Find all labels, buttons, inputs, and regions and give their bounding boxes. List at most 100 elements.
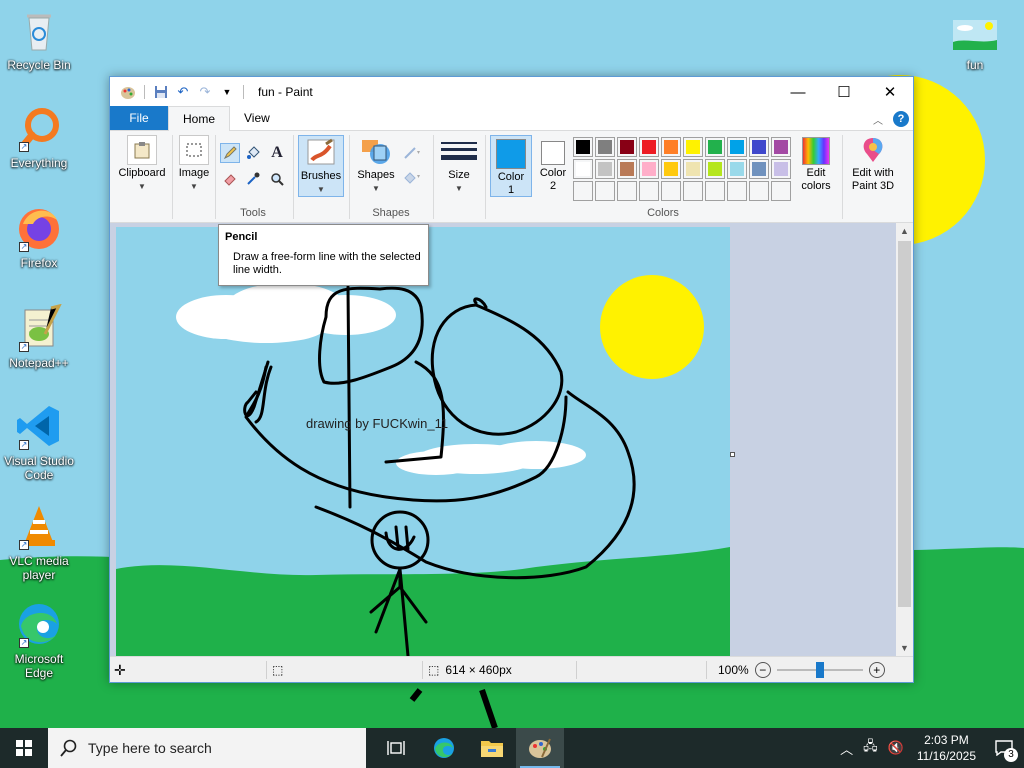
- image-button[interactable]: Image ▼: [174, 135, 214, 193]
- help-icon[interactable]: ?: [893, 111, 909, 127]
- palette-color-swatch[interactable]: [639, 137, 659, 157]
- palette-color-swatch[interactable]: [771, 159, 791, 179]
- palette-color-swatch[interactable]: [727, 137, 747, 157]
- palette-custom-slot[interactable]: [727, 181, 747, 201]
- palette-color-swatch[interactable]: [683, 137, 703, 157]
- palette-color-swatch[interactable]: [661, 137, 681, 157]
- color1-button[interactable]: Color 1: [490, 135, 532, 197]
- close-icon[interactable]: ✕: [867, 77, 913, 107]
- color-picker-icon[interactable]: [243, 169, 263, 189]
- maximize-icon[interactable]: ☐: [821, 77, 867, 107]
- clock[interactable]: 2:03 PM 11/16/2025: [909, 732, 984, 764]
- redo-icon[interactable]: ↷: [195, 82, 215, 102]
- task-view-button[interactable]: [372, 728, 420, 768]
- action-center-button[interactable]: 3: [984, 728, 1024, 768]
- fill-shape-icon[interactable]: [400, 167, 424, 187]
- taskbar-file-explorer[interactable]: [468, 728, 516, 768]
- brushes-button[interactable]: Brushes ▼: [298, 135, 344, 197]
- paint-app-icon: [118, 82, 138, 102]
- desktop-icon-firefox[interactable]: ↗ Firefox: [0, 204, 78, 270]
- fill-icon[interactable]: [243, 143, 263, 163]
- palette-color-swatch[interactable]: [573, 159, 593, 179]
- minimize-icon[interactable]: —: [775, 77, 821, 107]
- palette-color-swatch[interactable]: [727, 159, 747, 179]
- size-label: Size: [448, 169, 470, 181]
- desktop-icon-edge[interactable]: ↗ Microsoft Edge: [0, 600, 78, 680]
- zoom-slider[interactable]: [776, 662, 863, 678]
- taskbar-paint[interactable]: [516, 728, 564, 768]
- zoom-out-icon[interactable]: −: [754, 662, 771, 678]
- tab-view[interactable]: View: [230, 106, 284, 130]
- palette-color-swatch[interactable]: [595, 159, 615, 179]
- tab-home[interactable]: Home: [168, 106, 231, 131]
- eraser-icon[interactable]: [220, 169, 240, 189]
- palette-color-swatch[interactable]: [749, 159, 769, 179]
- zoom-in-icon[interactable]: +: [868, 662, 885, 678]
- scroll-down-icon[interactable]: ▼: [896, 640, 913, 656]
- colors-group-label: Colors: [647, 207, 679, 219]
- palette-color-fill: [730, 162, 744, 176]
- desktop-icon-vlc[interactable]: ↗ VLC media player: [0, 502, 78, 582]
- size-button[interactable]: Size ▼: [438, 135, 480, 195]
- palette-color-swatch[interactable]: [683, 159, 703, 179]
- desktop-icon-notepadpp[interactable]: ↗ Notepad++: [0, 303, 78, 370]
- desktop-icon-vscode[interactable]: ↗ Visual Studio Code: [0, 402, 78, 482]
- palette-color-swatch[interactable]: [661, 159, 681, 179]
- palette-custom-slot[interactable]: [595, 181, 615, 201]
- taskbar-search[interactable]: Type here to search: [48, 728, 366, 768]
- volume-muted-icon[interactable]: 🔇: [883, 740, 909, 756]
- desktop-icon-recycle-bin[interactable]: Recycle Bin: [0, 6, 78, 72]
- palette-color-swatch[interactable]: [771, 137, 791, 157]
- clock-date: 11/16/2025: [916, 749, 976, 763]
- shapes-button[interactable]: Shapes ▼: [353, 135, 399, 195]
- palette-color-swatch[interactable]: [573, 137, 593, 157]
- text-icon[interactable]: A: [267, 143, 287, 163]
- magnifier-icon[interactable]: [267, 169, 287, 189]
- start-button[interactable]: [0, 728, 48, 768]
- vertical-scrollbar[interactable]: ▲ ▼: [896, 223, 913, 656]
- palette-color-swatch[interactable]: [639, 159, 659, 179]
- palette-color-swatch[interactable]: [617, 159, 637, 179]
- palette-color-swatch[interactable]: [705, 137, 725, 157]
- palette-color-swatch[interactable]: [617, 137, 637, 157]
- search-icon: [60, 739, 77, 757]
- palette-custom-slot[interactable]: [639, 181, 659, 201]
- palette-custom-slot[interactable]: [573, 181, 593, 201]
- desktop-icon-fun[interactable]: fun: [936, 18, 1014, 72]
- tab-file[interactable]: File: [110, 106, 168, 130]
- palette-color-fill: [664, 162, 678, 176]
- palette-color-fill: [620, 140, 634, 154]
- save-icon[interactable]: [151, 82, 171, 102]
- show-hidden-icons-icon[interactable]: ︿: [835, 739, 858, 758]
- drawing-canvas[interactable]: drawing by FUCKwin_11: [116, 227, 730, 656]
- palette-color-fill: [774, 162, 788, 176]
- edit-with-paint3d-button[interactable]: Edit with Paint 3D: [846, 135, 900, 193]
- taskbar-edge[interactable]: [420, 728, 468, 768]
- canvas-resize-handle[interactable]: [730, 452, 735, 457]
- palette-color-fill: [576, 140, 590, 154]
- palette-color-swatch[interactable]: [705, 159, 725, 179]
- tooltip-body: Draw a free-form line with the selected …: [233, 251, 421, 276]
- customize-qat-icon[interactable]: ▼: [217, 82, 237, 102]
- scroll-up-icon[interactable]: ▲: [896, 223, 913, 239]
- pencil-icon[interactable]: [220, 143, 240, 163]
- zoom-slider-thumb[interactable]: [815, 662, 824, 678]
- palette-custom-slot[interactable]: [705, 181, 725, 201]
- edit-colors-button[interactable]: Edit colors: [794, 135, 838, 193]
- desktop-icon-everything[interactable]: ↗ Everything: [0, 104, 78, 170]
- palette-custom-slot[interactable]: [683, 181, 703, 201]
- palette-color-swatch[interactable]: [749, 137, 769, 157]
- outline-icon[interactable]: [400, 143, 424, 163]
- palette-custom-slot[interactable]: [771, 181, 791, 201]
- palette-color-fill: [730, 140, 744, 154]
- undo-icon[interactable]: ↶: [173, 82, 193, 102]
- collapse-ribbon-icon[interactable]: ︿: [873, 112, 883, 127]
- scrollbar-thumb[interactable]: [898, 241, 911, 607]
- palette-custom-slot[interactable]: [749, 181, 769, 201]
- palette-custom-slot[interactable]: [661, 181, 681, 201]
- palette-color-swatch[interactable]: [595, 137, 615, 157]
- palette-custom-slot[interactable]: [617, 181, 637, 201]
- network-icon[interactable]: 🖧: [858, 737, 883, 759]
- clipboard-button[interactable]: Clipboard ▼: [114, 135, 170, 193]
- color2-button[interactable]: Color 2: [536, 135, 570, 193]
